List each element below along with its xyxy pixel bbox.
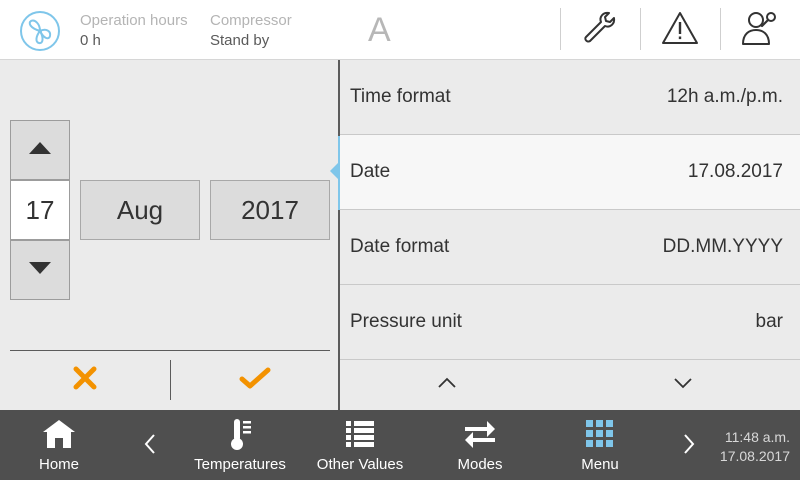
nav-menu[interactable]: Menu bbox=[560, 410, 640, 480]
warning-icon bbox=[661, 10, 699, 51]
setting-row-date-format[interactable]: Date format DD.MM.YYYY bbox=[340, 210, 800, 285]
list-icon bbox=[344, 417, 376, 451]
header-divider bbox=[640, 8, 641, 50]
setting-value: 12h a.m./p.m. bbox=[666, 86, 783, 107]
nav-home[interactable]: Home bbox=[19, 410, 99, 480]
nav-temperatures[interactable]: Temperatures bbox=[185, 410, 295, 480]
settings-list: Time format 12h a.m./p.m. Date 17.08.201… bbox=[340, 60, 800, 410]
user-settings-icon bbox=[740, 8, 780, 53]
bottom-navigation: Home Temperatures Other Values Modes Men… bbox=[0, 410, 800, 480]
scroll-down-button[interactable] bbox=[668, 370, 698, 400]
nav-label: Temperatures bbox=[194, 456, 286, 473]
wrench-icon bbox=[581, 9, 619, 52]
fan-logo-icon bbox=[19, 10, 61, 52]
compressor-status: Stand by bbox=[210, 32, 270, 49]
home-icon bbox=[41, 417, 77, 451]
setting-row-time-format[interactable]: Time format 12h a.m./p.m. bbox=[340, 60, 800, 135]
clock-date: 17.08.2017 bbox=[719, 448, 790, 464]
action-separator bbox=[170, 360, 171, 400]
setting-row-pressure-unit[interactable]: Pressure unit bar bbox=[340, 285, 800, 360]
nav-next-button[interactable] bbox=[677, 432, 701, 460]
setting-label: Pressure unit bbox=[350, 311, 462, 332]
chevron-up-icon bbox=[437, 376, 457, 394]
day-increment-button[interactable] bbox=[10, 120, 70, 180]
alarm-button[interactable] bbox=[658, 8, 702, 52]
chevron-right-icon bbox=[683, 433, 695, 460]
scroll-up-button[interactable] bbox=[432, 370, 462, 400]
cancel-icon bbox=[73, 366, 97, 395]
confirm-icon bbox=[239, 366, 271, 395]
chevron-left-icon bbox=[144, 433, 156, 460]
nav-prev-button[interactable] bbox=[138, 432, 162, 460]
thermometer-icon bbox=[225, 417, 255, 451]
service-button[interactable] bbox=[578, 8, 622, 52]
nav-label: Other Values bbox=[316, 456, 404, 473]
operation-hours-value: 0 h bbox=[80, 32, 101, 49]
nav-label: Modes bbox=[457, 456, 503, 473]
action-divider bbox=[10, 350, 330, 351]
mode-indicator: A bbox=[368, 11, 391, 49]
setting-label: Date format bbox=[350, 236, 450, 257]
year-field[interactable]: 2017 bbox=[210, 180, 330, 240]
compressor-label: Compressor bbox=[210, 12, 292, 29]
setting-row-date[interactable]: Date 17.08.2017 bbox=[340, 135, 800, 210]
setting-value: 17.08.2017 bbox=[687, 161, 783, 182]
operation-hours-label: Operation hours bbox=[80, 12, 188, 29]
day-field[interactable]: 17 bbox=[10, 180, 70, 240]
selection-pointer-icon bbox=[330, 162, 339, 180]
header-divider bbox=[560, 8, 561, 50]
grid-menu-icon bbox=[585, 417, 615, 451]
setting-label: Date bbox=[350, 161, 391, 182]
nav-label: Home bbox=[38, 456, 79, 473]
nav-label: Menu bbox=[581, 456, 619, 473]
day-decrement-button[interactable] bbox=[10, 240, 70, 300]
setting-label: Time format bbox=[350, 86, 451, 107]
swap-arrows-icon bbox=[463, 417, 497, 451]
arrow-down-icon bbox=[27, 260, 53, 281]
clock-time: 11:48 a.m. bbox=[724, 429, 790, 445]
arrow-up-icon bbox=[27, 140, 53, 161]
nav-modes[interactable]: Modes bbox=[430, 410, 530, 480]
nav-other-values[interactable]: Other Values bbox=[305, 410, 415, 480]
month-field[interactable]: Aug bbox=[80, 180, 200, 240]
chevron-down-icon bbox=[673, 376, 693, 394]
clock: 11:48 a.m. 17.08.2017 bbox=[720, 428, 790, 466]
confirm-button[interactable] bbox=[225, 362, 285, 398]
header-bar: Operation hours 0 h Compressor Stand by … bbox=[0, 0, 800, 60]
setting-value: bar bbox=[755, 311, 783, 332]
cancel-button[interactable] bbox=[55, 362, 115, 398]
user-button[interactable] bbox=[738, 8, 782, 52]
header-divider bbox=[720, 8, 721, 50]
setting-value: DD.MM.YYYY bbox=[662, 236, 783, 257]
